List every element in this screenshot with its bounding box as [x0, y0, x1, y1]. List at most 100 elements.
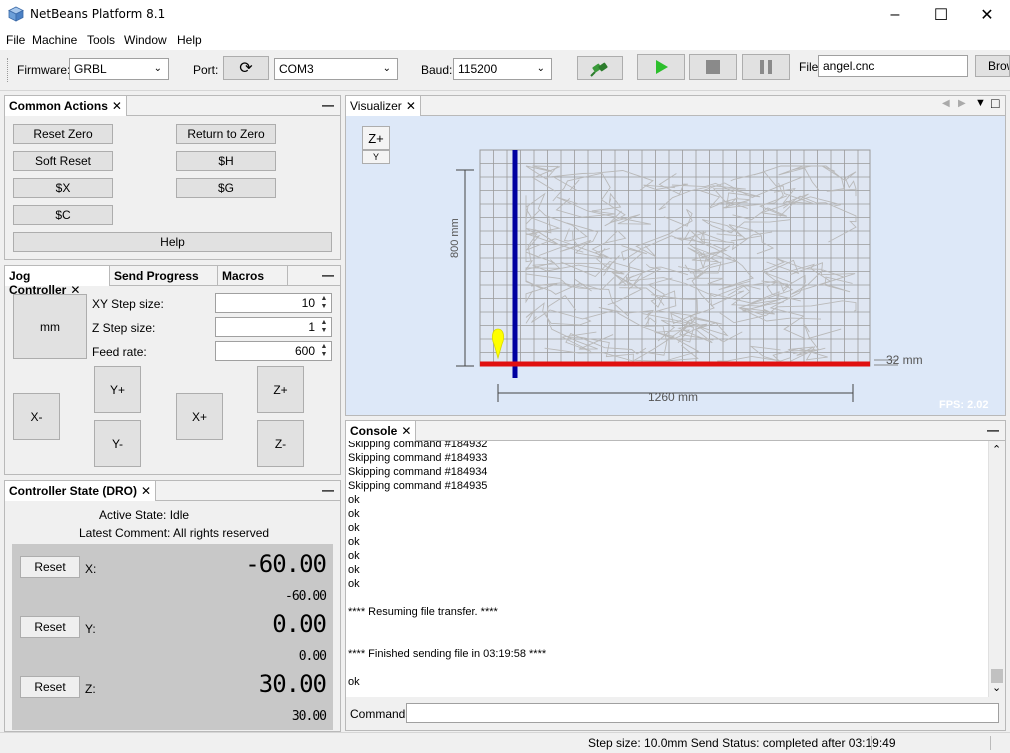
feed-rate-input[interactable]: 600 ▲ ▼: [215, 341, 332, 361]
tab-label: Console: [350, 424, 398, 438]
pause-button[interactable]: [742, 54, 790, 80]
browse-button[interactable]: Brow: [975, 55, 1010, 77]
jog-y-minus-button[interactable]: Y-: [94, 420, 141, 467]
xy-step-label: XY Step size:: [92, 297, 164, 311]
minimize-icon[interactable]: —: [322, 483, 334, 497]
view-z-plus-button[interactable]: Z+: [362, 126, 390, 150]
feed-rate-value: 600: [294, 344, 315, 358]
console-scrollbar[interactable]: ⌃ ⌄: [988, 441, 1005, 697]
tab-label: Controller State (DRO): [9, 484, 138, 498]
minimize-icon[interactable]: —: [322, 98, 334, 112]
minimize-window-button[interactable]: –: [872, 0, 918, 30]
active-state-value: Idle: [169, 508, 190, 522]
file-label: File: [799, 60, 819, 74]
console-line: ok: [348, 676, 360, 688]
menu-file[interactable]: File: [6, 33, 25, 47]
tab-common-actions[interactable]: Common Actions ✕: [5, 96, 127, 116]
fps-counter: FPS: 2.02: [939, 399, 989, 411]
jog-y-plus-button[interactable]: Y+: [94, 366, 141, 413]
z-step-value: 1: [308, 320, 315, 334]
scroll-left-icon[interactable]: ◀: [942, 98, 950, 109]
jog-z-minus-button[interactable]: Z-: [257, 420, 304, 467]
send-button[interactable]: [637, 54, 685, 80]
status-divider: [871, 736, 872, 750]
latest-comment-label: Latest Comment:: [79, 526, 171, 540]
port-select[interactable]: COM3 ⌄: [274, 58, 398, 80]
spinner-icon[interactable]: ▲ ▼: [318, 295, 330, 311]
scroll-up-icon[interactable]: ⌃: [992, 443, 1001, 456]
maximize-icon[interactable]: □: [991, 95, 999, 111]
close-icon[interactable]: ✕: [141, 484, 151, 498]
tab-macros[interactable]: Macros: [218, 266, 288, 286]
soft-reset-button[interactable]: Soft Reset: [13, 151, 113, 171]
return-to-zero-button[interactable]: Return to Zero: [176, 124, 276, 144]
close-icon[interactable]: ✕: [401, 424, 411, 438]
x-work-position: -60.00: [245, 550, 327, 578]
z-axis-label: Z:: [85, 682, 96, 696]
jog-x-plus-button[interactable]: X+: [176, 393, 223, 440]
menu-tools[interactable]: Tools: [87, 33, 115, 47]
reset-y-button[interactable]: Reset: [20, 616, 80, 638]
jog-x-minus-button[interactable]: X-: [13, 393, 60, 440]
console-output[interactable]: Skipping command #184932 Skipping command…: [346, 441, 988, 697]
active-state-row: Active State: Idle: [99, 508, 299, 522]
console-line: ok: [348, 550, 360, 562]
tab-label: Visualizer: [350, 99, 402, 113]
tab-label: Jog Controller: [9, 269, 67, 297]
tab-send-progress[interactable]: Send Progress: [110, 266, 218, 286]
workspace-grid: [479, 149, 871, 367]
baud-select[interactable]: 115200 ⌄: [453, 58, 552, 80]
scroll-right-icon[interactable]: ▶: [958, 98, 966, 109]
visualizer-canvas[interactable]: [346, 116, 1005, 415]
connect-button[interactable]: [577, 56, 623, 80]
tab-jog-controller[interactable]: Jog Controller ✕: [5, 266, 110, 297]
pause-icon: [760, 60, 772, 74]
xy-step-input[interactable]: 10 ▲ ▼: [215, 293, 332, 313]
menu-help[interactable]: Help: [177, 33, 202, 47]
command-input[interactable]: [406, 703, 999, 723]
check-mode-button[interactable]: $C: [13, 205, 113, 225]
help-button[interactable]: Help: [13, 232, 332, 252]
close-icon[interactable]: ✕: [112, 99, 122, 113]
status-divider: [990, 736, 991, 750]
refresh-ports-button[interactable]: ⟳: [223, 56, 269, 80]
tab-controller-state[interactable]: Controller State (DRO) ✕: [5, 481, 157, 501]
close-icon[interactable]: ✕: [406, 99, 416, 113]
home-button[interactable]: $H: [176, 151, 276, 171]
z-machine-position: 30.00: [291, 709, 327, 724]
menu-window[interactable]: Window: [124, 33, 167, 47]
stop-button[interactable]: [689, 54, 737, 80]
scroll-down-icon[interactable]: ⌄: [992, 681, 1001, 694]
width-dimension-label: 1260 mm: [648, 390, 699, 404]
reset-z-button[interactable]: Reset: [20, 676, 80, 698]
menu-machine[interactable]: Machine: [32, 33, 77, 47]
console-line: **** Finished sending file in 03:19:58 *…: [348, 648, 547, 660]
unit-toggle-button[interactable]: mm: [13, 294, 87, 359]
reset-x-button[interactable]: Reset: [20, 556, 80, 578]
latest-comment-row: Latest Comment: All rights reserved: [79, 526, 319, 540]
z-step-input[interactable]: 1 ▲ ▼: [215, 317, 332, 337]
tab-visualizer[interactable]: Visualizer ✕: [346, 96, 421, 116]
console-line: Skipping command #184934: [348, 466, 488, 478]
spinner-icon[interactable]: ▲ ▼: [318, 343, 330, 359]
jog-tabbar: Jog Controller ✕ Send Progress Macros —: [5, 266, 340, 297]
jog-z-plus-button[interactable]: Z+: [257, 366, 304, 413]
tab-console[interactable]: Console ✕: [346, 421, 417, 441]
tab-list-icon[interactable]: ▼: [975, 97, 986, 109]
kill-alarm-button[interactable]: $X: [13, 178, 113, 198]
view-y-button[interactable]: Y: [362, 150, 390, 164]
z-work-position: 30.00: [258, 670, 327, 698]
close-window-button[interactable]: ✕: [964, 0, 1010, 30]
window-title: NetBeans Platform 8.1: [30, 7, 166, 21]
minimize-icon[interactable]: —: [322, 268, 334, 282]
reset-zero-button[interactable]: Reset Zero: [13, 124, 113, 144]
firmware-select[interactable]: GRBL ⌄: [69, 58, 169, 80]
maximize-window-button[interactable]: ☐: [918, 0, 964, 30]
minimize-icon[interactable]: —: [987, 423, 999, 437]
chevron-down-icon: ⌄: [153, 63, 162, 74]
gcode-state-button[interactable]: $G: [176, 178, 276, 198]
y-work-position: 0.00: [272, 610, 327, 638]
spinner-icon[interactable]: ▲ ▼: [318, 319, 330, 335]
file-path-field[interactable]: angel.cnc: [818, 55, 968, 77]
